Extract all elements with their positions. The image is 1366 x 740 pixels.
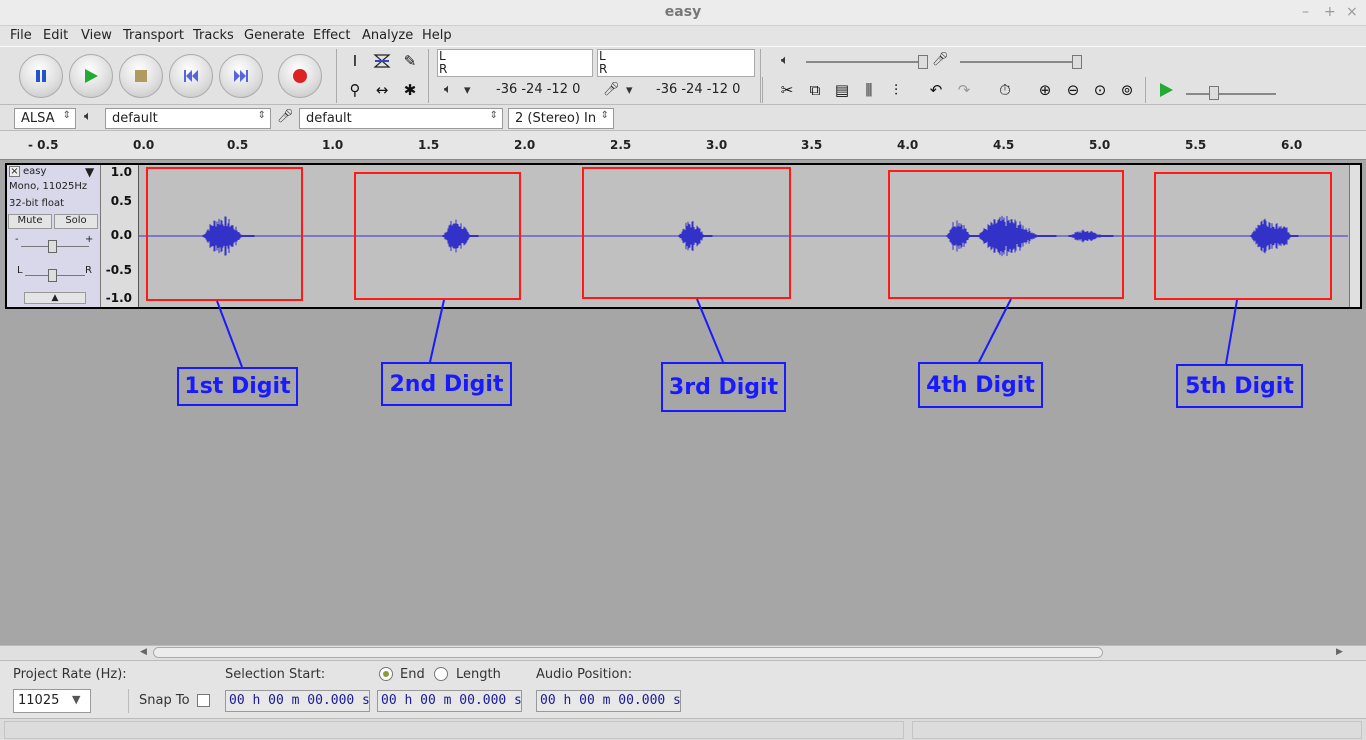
annotation-label-1: 1st Digit — [177, 367, 298, 406]
chevron-down-icon: ▼ — [72, 693, 81, 706]
selection-end-time[interactable]: 00 h 00 m 00.000 s — [377, 690, 522, 712]
length-label: Length — [456, 667, 501, 682]
audio-position-label: Audio Position: — [536, 667, 633, 682]
project-rate-value: 11025 — [18, 693, 60, 708]
scroll-left-icon[interactable]: ◀ — [140, 647, 147, 657]
status-field-right — [912, 721, 1362, 739]
audio-position-value: 00 h 00 m 00.000 s — [540, 693, 681, 708]
horizontal-scroll-thumb[interactable] — [153, 647, 1103, 658]
annotation-label-5: 5th Digit — [1176, 364, 1303, 408]
project-rate-label: Project Rate (Hz): — [13, 667, 127, 682]
scroll-right-icon[interactable]: ▶ — [1336, 647, 1343, 657]
divider — [128, 689, 129, 713]
project-rate-select[interactable]: 11025 ▼ — [13, 689, 91, 713]
selection-start-label: Selection Start: — [225, 667, 326, 682]
selection-toolbar: Project Rate (Hz): 11025 ▼ Snap To Select… — [0, 660, 1366, 718]
annotation-label-4: 4th Digit — [918, 362, 1043, 408]
selection-start-time[interactable]: 00 h 00 m 00.000 s — [225, 690, 370, 712]
length-radio[interactable] — [434, 667, 448, 681]
annotation-label-3: 3rd Digit — [661, 362, 786, 412]
end-label: End — [400, 667, 425, 682]
audio-position-time[interactable]: 00 h 00 m 00.000 s — [536, 690, 681, 712]
snap-to-checkbox[interactable] — [197, 694, 210, 707]
status-field-left — [4, 721, 904, 739]
end-radio[interactable] — [379, 667, 393, 681]
selection-end-value: 00 h 00 m 00.000 s — [381, 693, 522, 708]
snap-to-label: Snap To — [139, 693, 190, 708]
radio-dot — [383, 671, 389, 677]
status-bar — [0, 718, 1366, 740]
annotation-label-2: 2nd Digit — [381, 362, 512, 406]
selection-start-value: 00 h 00 m 00.000 s — [229, 693, 370, 708]
